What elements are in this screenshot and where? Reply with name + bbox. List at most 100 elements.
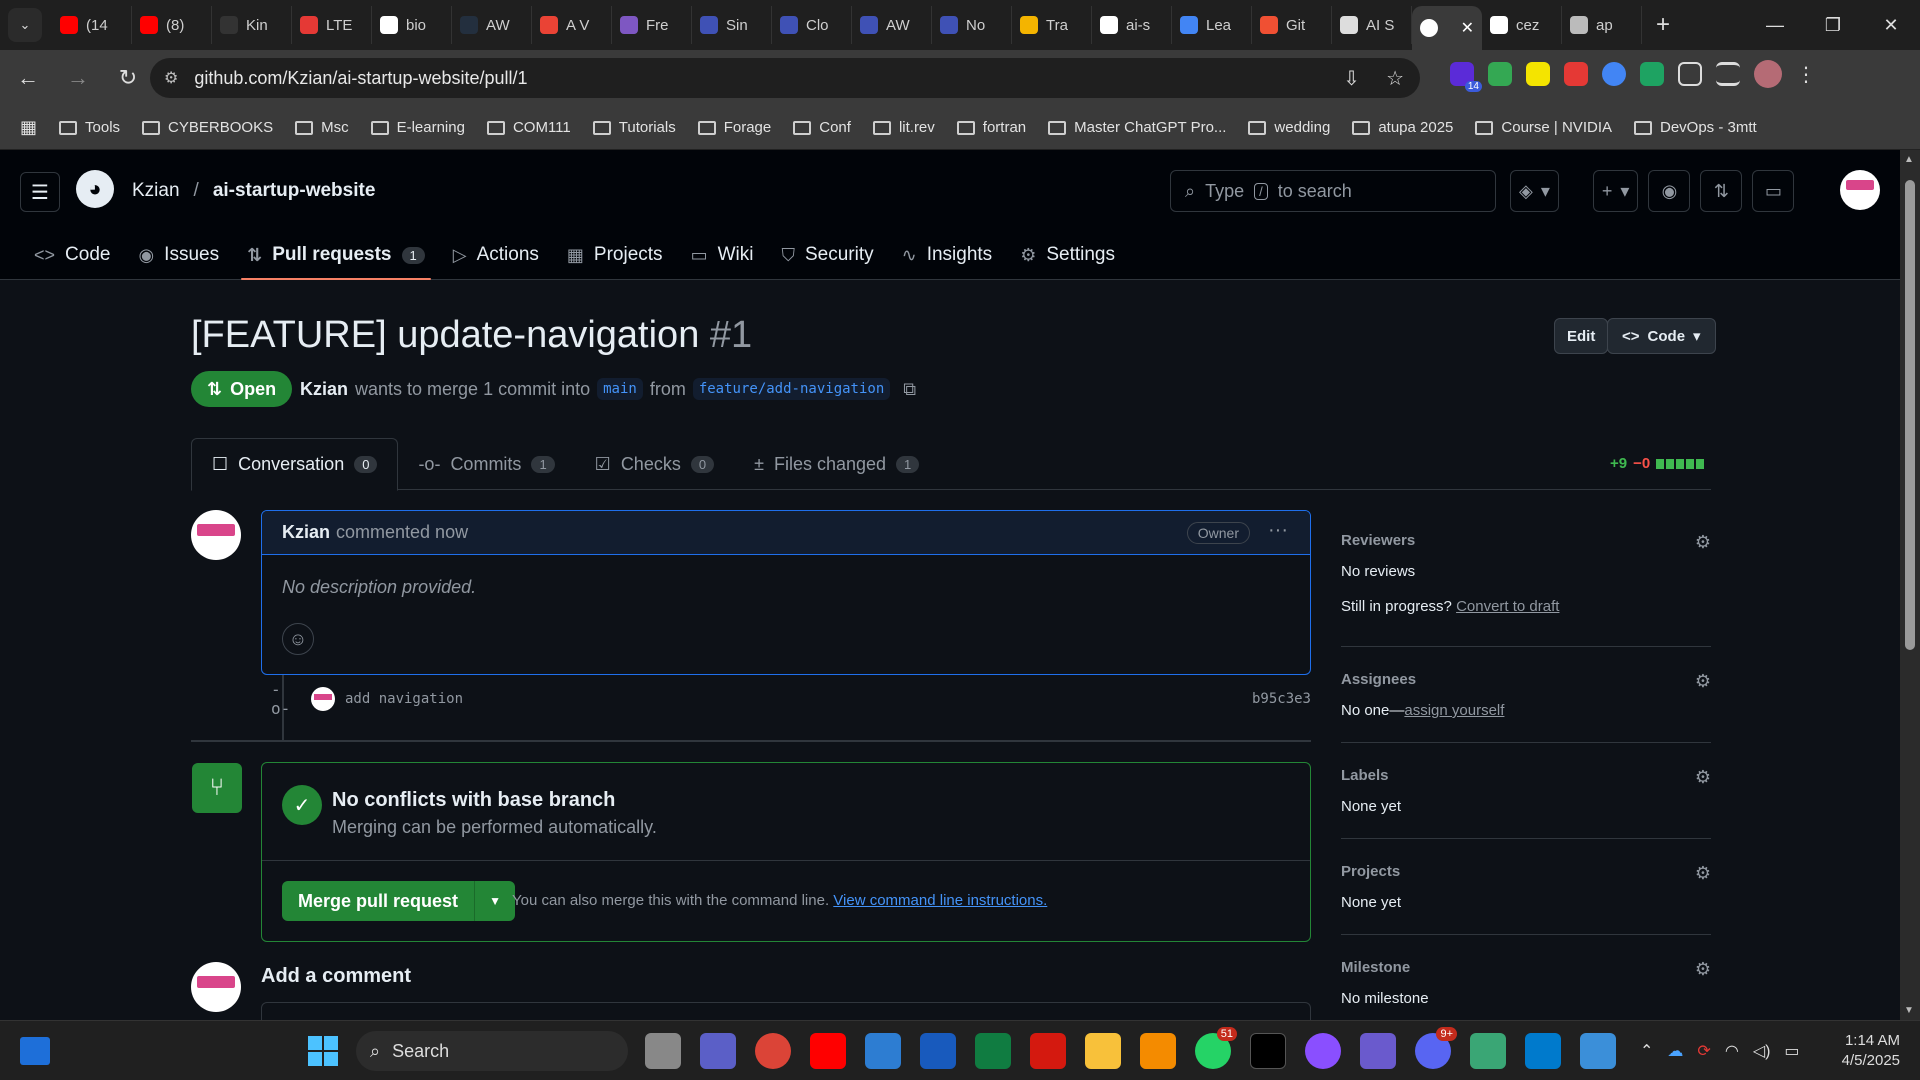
repo-tab-code[interactable]: <> Code (20, 230, 124, 280)
reviewers-label[interactable]: Reviewers (1341, 532, 1711, 549)
git-app-icon[interactable] (1470, 1033, 1506, 1069)
assignees-label[interactable]: Assignees (1341, 671, 1711, 688)
install-app-icon[interactable]: ⇩ (1343, 66, 1360, 91)
taskbar-clock[interactable]: 1:14 AM 4/5/2025 (1842, 1031, 1900, 1071)
pr-tab-conversation[interactable]: ☐ Conversation 0 (191, 438, 399, 491)
bookmark-item[interactable]: wedding (1248, 119, 1330, 136)
gear-icon[interactable]: ⚙ (1695, 671, 1711, 692)
pr-author-link[interactable]: Kzian (300, 379, 348, 400)
bookmark-item[interactable]: Tutorials (592, 119, 676, 136)
merge-method-dropdown[interactable]: ▼ (475, 881, 516, 921)
repo-owner-link[interactable]: Kzian (132, 180, 180, 202)
notepad-icon[interactable] (865, 1033, 901, 1069)
vscode-icon[interactable] (1525, 1033, 1561, 1069)
start-button[interactable] (308, 1036, 338, 1066)
widgets-button[interactable] (20, 1037, 50, 1065)
new-tab-button[interactable]: + (1656, 11, 1670, 39)
browser-tab[interactable]: AW (852, 6, 932, 44)
extension-icon[interactable] (1488, 62, 1512, 86)
restore-button[interactable]: ❐ (1804, 0, 1862, 50)
create-new-button[interactable]: + ▾ (1592, 170, 1639, 212)
gear-icon[interactable]: ⚙ (1695, 959, 1711, 980)
bookmark-item[interactable]: CYBERBOOKS (142, 119, 273, 136)
bookmark-item[interactable]: Msc (295, 119, 349, 136)
bookmark-item[interactable]: Course | NVIDIA (1475, 119, 1612, 136)
word-icon[interactable] (920, 1033, 956, 1069)
convert-to-draft-link[interactable]: Convert to draft (1456, 598, 1559, 615)
browser-tab[interactable]: LTE (292, 6, 372, 44)
milestone-label[interactable]: Milestone (1341, 959, 1711, 976)
extension-icon[interactable] (1564, 62, 1588, 86)
teams-icon[interactable] (700, 1033, 736, 1069)
code-dropdown-button[interactable]: <> Code ▾ (1607, 318, 1716, 354)
projects-label[interactable]: Projects (1341, 863, 1711, 880)
pr-tab-files-changed[interactable]: ± Files changed 1 (734, 438, 939, 490)
copilot-app-icon[interactable] (1305, 1033, 1341, 1069)
task-view-icon[interactable] (645, 1033, 681, 1069)
github-logo[interactable]: ◕ (76, 170, 114, 208)
bookmark-item[interactable]: DevOps - 3mtt (1634, 119, 1757, 136)
page-scrollbar[interactable]: ▲ ▼ (1900, 150, 1920, 1020)
repo-tab-wiki[interactable]: ▭ Wiki (677, 230, 768, 280)
pull-requests-button[interactable]: ⇅ (1700, 170, 1743, 212)
gear-icon[interactable]: ⚙ (1695, 767, 1711, 788)
browser-tab[interactable]: Fre (612, 6, 692, 44)
bookmark-item[interactable]: COM111 (486, 119, 571, 136)
file-explorer-icon[interactable] (1085, 1033, 1121, 1069)
address-bar[interactable]: ⚙ github.com/Kzian/ai-startup-website/pu… (150, 58, 1420, 98)
browser-tab[interactable]: Sin (692, 6, 772, 44)
bookmark-item[interactable]: Conf (793, 119, 851, 136)
bookmark-item[interactable]: Tools (59, 119, 120, 136)
repo-name-link[interactable]: ai-startup-website (213, 180, 376, 202)
extension-icon[interactable] (1526, 62, 1550, 86)
menu-kebab-icon[interactable]: ⋮ (1796, 62, 1816, 87)
puzzle-icon[interactable] (1678, 62, 1702, 86)
command-line-instructions-link[interactable]: View command line instructions. (833, 892, 1047, 909)
repo-tab-issues[interactable]: ◉ Issues (124, 230, 233, 280)
reload-button[interactable]: ↻ (106, 56, 150, 100)
browser-tab[interactable]: (8) (132, 6, 212, 44)
youtube-app-icon[interactable] (810, 1033, 846, 1069)
bookmark-item[interactable]: Forage (697, 119, 771, 136)
scrollbar-thumb[interactable] (1905, 180, 1915, 650)
scroll-down-arrow[interactable]: ▼ (1904, 1005, 1914, 1016)
profile-avatar[interactable] (1754, 60, 1782, 88)
minimize-button[interactable]: — (1746, 0, 1804, 50)
browser-tab[interactable]: bio (372, 6, 452, 44)
pr-tab-commits[interactable]: -o- Commits 1 (398, 438, 574, 490)
assign-yourself-link[interactable]: assign yourself (1404, 702, 1504, 719)
browser-tab[interactable]: (14 (52, 6, 132, 44)
bookmark-item[interactable]: fortran (956, 119, 1026, 136)
app-icon[interactable] (1580, 1033, 1616, 1069)
discord-icon[interactable]: 9+ (1415, 1027, 1457, 1069)
commit-sha[interactable]: b95c3e3 (1252, 691, 1311, 707)
browser-tab[interactable]: Git (1252, 6, 1332, 44)
merge-pull-request-button[interactable]: Merge pull request (282, 881, 476, 921)
add-reaction-icon[interactable]: ☺ (282, 623, 314, 655)
bookmark-item[interactable]: Master ChatGPT Pro... (1048, 119, 1226, 136)
x-icon[interactable] (1250, 1033, 1286, 1069)
base-branch[interactable]: main (597, 378, 643, 400)
browser-tab[interactable]: ai-s (1092, 6, 1172, 44)
user-avatar[interactable] (1840, 170, 1880, 210)
commit-message[interactable]: add navigation (345, 691, 463, 707)
commit-author-avatar[interactable] (311, 687, 335, 711)
copilot-button[interactable]: ◈ ▾ (1510, 170, 1559, 212)
volume-icon[interactable]: ◁) (1753, 1041, 1771, 1061)
browser-tab[interactable]: Kin (212, 6, 292, 44)
inbox-button[interactable]: ▭ (1752, 170, 1795, 212)
browser-tab[interactable]: Clo (772, 6, 852, 44)
forward-button[interactable]: → (56, 56, 100, 100)
taskbar-search[interactable]: ⌕ Search (356, 1031, 628, 1071)
browser-tab[interactable]: Tra (1012, 6, 1092, 44)
scroll-up-arrow[interactable]: ▲ (1904, 154, 1914, 165)
close-tab-icon[interactable]: ✕ (1461, 18, 1474, 38)
browser-tab[interactable]: No (932, 6, 1012, 44)
sync-icon[interactable]: ⟳ (1697, 1041, 1710, 1061)
bookmark-star-icon[interactable]: ☆ (1386, 66, 1404, 91)
excel-icon[interactable] (975, 1033, 1011, 1069)
app-icon[interactable] (1360, 1033, 1396, 1069)
current-user-avatar[interactable] (191, 962, 241, 1012)
search-input[interactable]: ⌕ Type / to search (1170, 170, 1496, 212)
more-options-icon[interactable]: ··· (1268, 519, 1288, 542)
